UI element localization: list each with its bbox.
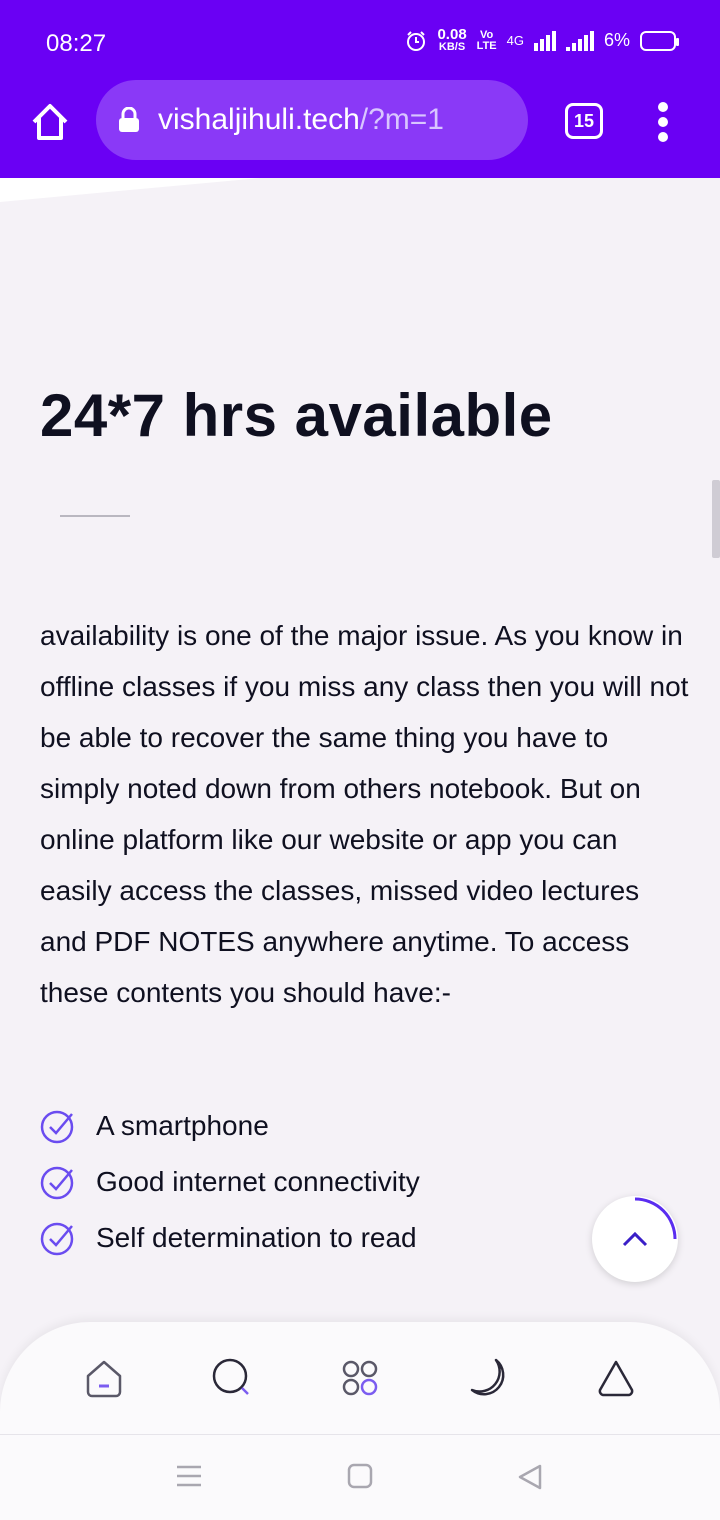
home-icon[interactable]	[28, 100, 72, 144]
recents-icon[interactable]	[175, 1463, 203, 1489]
page-heading: 24*7 hrs available	[40, 382, 553, 449]
search-icon[interactable]	[210, 1356, 254, 1400]
list-item: A smartphone	[40, 1098, 420, 1154]
list-item-text: Self determination to read	[96, 1222, 417, 1253]
battery-percent: 6%	[603, 30, 630, 50]
signal-icon	[533, 30, 556, 51]
browser-bottom-nav	[0, 1322, 720, 1434]
list-item-text: Good internet connectivity	[96, 1166, 420, 1197]
url-path: /?m=1	[359, 103, 444, 136]
network-speed: 0.08 KB/S	[437, 26, 467, 53]
browser-toolbar: vishaljihuli.tech/?m=1 15	[0, 80, 720, 178]
lock-icon	[119, 107, 139, 132]
tabs-button[interactable]: 15	[565, 103, 603, 139]
heading-divider	[60, 515, 130, 517]
list-item: Self determination to read	[40, 1210, 420, 1266]
speed-value: 0.08	[437, 26, 467, 43]
url-bar[interactable]: vishaljihuli.tech/?m=1	[96, 80, 528, 160]
back-icon[interactable]	[516, 1463, 544, 1491]
volte-top: Vo	[480, 28, 494, 41]
home-square-icon[interactable]	[347, 1463, 373, 1489]
check-circle-icon	[40, 1110, 74, 1144]
scrollbar-thumb[interactable]	[712, 480, 720, 558]
alarm-icon	[407, 30, 426, 51]
network-type: 4G	[506, 33, 524, 48]
list-item-text: A smartphone	[96, 1110, 269, 1141]
scroll-progress-ring	[634, 1197, 677, 1240]
moon-icon[interactable]	[466, 1356, 510, 1400]
check-circle-icon	[40, 1222, 74, 1256]
requirements-list: A smartphone Good internet connectivity …	[40, 1098, 420, 1266]
list-item: Good internet connectivity	[40, 1154, 420, 1210]
home-icon[interactable]	[82, 1356, 126, 1400]
status-time: 08:27	[46, 30, 107, 57]
apps-icon[interactable]	[338, 1356, 382, 1400]
scroll-to-top-button[interactable]	[592, 1196, 678, 1282]
battery-icon	[640, 30, 679, 51]
signal-icon-2	[565, 30, 594, 51]
url-host: vishaljihuli.tech	[158, 103, 360, 136]
url-text[interactable]: vishaljihuli.tech/?m=1	[158, 103, 444, 137]
volte-indicator: Vo LTE	[476, 28, 497, 52]
status-bar: 08:27 0.08 KB/S Vo LTE 4G 6%	[0, 0, 720, 88]
shape-icon[interactable]	[594, 1356, 638, 1400]
more-vert-icon[interactable]	[656, 102, 670, 142]
status-icons: 0.08 KB/S Vo LTE 4G 6%	[405, 26, 679, 53]
decorative-wedge	[0, 178, 260, 202]
check-circle-icon	[40, 1166, 74, 1200]
volte-bottom: LTE	[476, 39, 497, 52]
speed-unit: KB/S	[438, 41, 466, 53]
system-nav-bar	[0, 1434, 720, 1520]
web-page: 24*7 hrs available availability is one o…	[0, 178, 720, 1323]
body-paragraph: availability is one of the major issue. …	[40, 620, 689, 1008]
tab-count: 15	[573, 110, 595, 131]
